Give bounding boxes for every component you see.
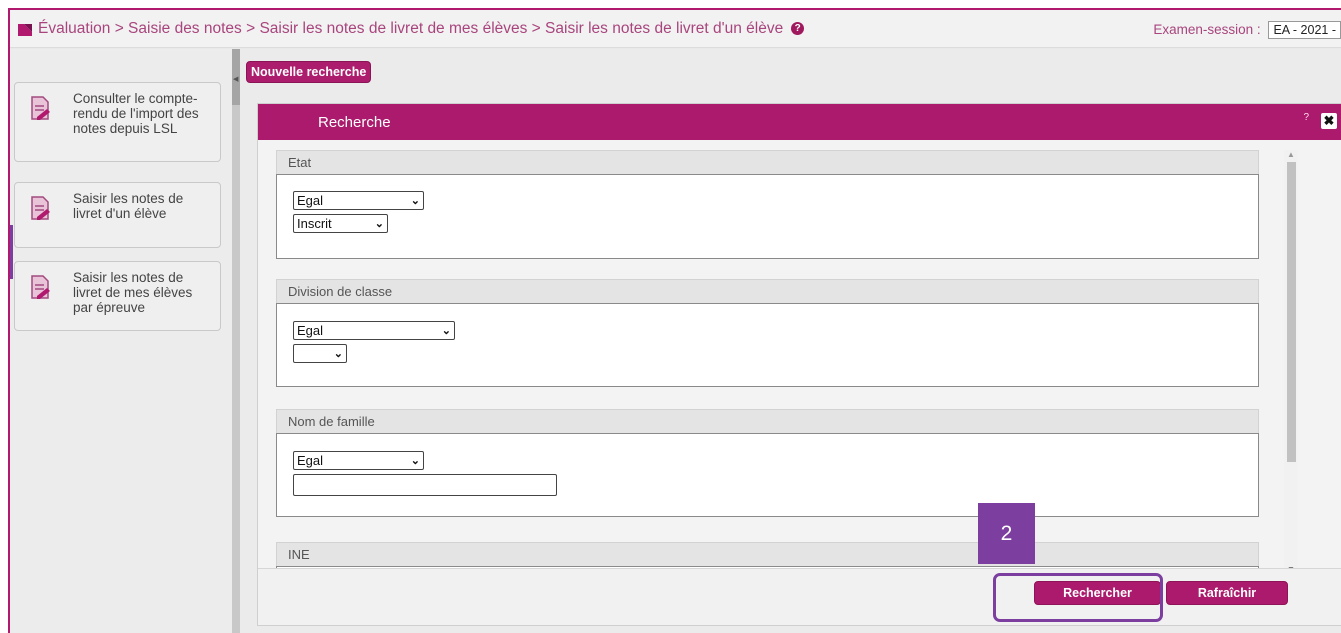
- chevron-down-icon: ⌄: [333, 348, 343, 360]
- step-number-badge: 2: [978, 503, 1035, 564]
- sidebar-splitter[interactable]: ◀: [232, 49, 240, 633]
- search-panel-title: Recherche: [318, 113, 391, 131]
- document-edit-icon: [31, 275, 50, 299]
- criteria-scroll-area: Etat Egal ⌄ Inscrit ⌄ Division de classe…: [276, 150, 1261, 570]
- criterion-title: Etat: [276, 150, 1259, 174]
- operator-select[interactable]: Egal ⌄: [293, 191, 424, 210]
- operator-select[interactable]: Egal ⌄: [293, 451, 424, 470]
- exam-session-label: Examen-session :: [1153, 22, 1261, 37]
- search-panel: Recherche ? ✖ Etat Egal ⌄ Inscrit ⌄ Divi…: [257, 103, 1341, 626]
- operator-select-value: Egal: [297, 193, 324, 208]
- breadcrumb[interactable]: Évaluation > Saisie des notes > Saisir l…: [38, 20, 783, 38]
- criterion-title: Nom de famille: [276, 409, 1259, 433]
- chevron-down-icon: ⌄: [441, 325, 451, 337]
- chevron-down-icon: ⌄: [410, 455, 420, 467]
- exam-session-select[interactable]: EA - 2021 -: [1268, 21, 1341, 39]
- operator-select-value: Egal: [297, 453, 324, 468]
- criterion-division: Division de classe Egal ⌄ ⌄: [276, 279, 1259, 387]
- operator-select-value: Egal: [297, 323, 324, 338]
- scroll-up-arrow-icon[interactable]: ▲: [1287, 150, 1295, 159]
- panel-footer: Rechercher Rafraîchir: [258, 568, 1341, 625]
- sidebar-item-student-notes[interactable]: Saisir les notes de livret d'un élève: [14, 182, 221, 248]
- sidebar-item-import-report[interactable]: Consulter le compte-rendu de l'import de…: [14, 82, 221, 162]
- criterion-body: Egal ⌄: [276, 433, 1259, 517]
- close-icon[interactable]: ✖: [1321, 113, 1337, 129]
- operator-select[interactable]: Egal ⌄: [293, 321, 455, 340]
- search-button-highlight: [993, 573, 1163, 622]
- chevron-down-icon: ⌄: [410, 195, 420, 207]
- criterion-ine: INE: [276, 542, 1259, 570]
- criterion-nom-de-famille: Nom de famille Egal ⌄: [276, 409, 1259, 517]
- division-value-select[interactable]: ⌄: [293, 344, 347, 363]
- chevron-down-icon: ⌄: [374, 218, 384, 230]
- app-frame: Évaluation > Saisie des notes > Saisir l…: [8, 8, 1341, 633]
- main-content: Nouvelle recherche Recherche ? ✖ Etat Eg…: [240, 49, 1341, 633]
- sidebar-item-notes-by-exam[interactable]: Saisir les notes de livret de mes élèves…: [14, 261, 221, 331]
- breadcrumb-bar: Évaluation > Saisie des notes > Saisir l…: [10, 10, 1341, 48]
- collapse-arrow-icon[interactable]: ◀: [233, 75, 238, 83]
- criterion-body: Egal ⌄ Inscrit ⌄: [276, 174, 1259, 259]
- sidebar: Consulter le compte-rendu de l'import de…: [10, 49, 232, 633]
- criterion-body: Egal ⌄ ⌄: [276, 303, 1259, 387]
- document-edit-icon: [31, 196, 50, 220]
- vertical-scrollbar[interactable]: ▲ ▼: [1284, 150, 1298, 574]
- active-item-marker: [10, 225, 13, 279]
- criterion-title: Division de classe: [276, 279, 1259, 303]
- criterion-etat: Etat Egal ⌄ Inscrit ⌄: [276, 150, 1259, 259]
- family-name-input[interactable]: [293, 474, 557, 496]
- new-search-button[interactable]: Nouvelle recherche: [246, 61, 372, 83]
- scrollbar-thumb[interactable]: [1287, 162, 1296, 462]
- sidebar-item-label: Saisir les notes de livret de mes élèves…: [73, 270, 193, 315]
- refresh-button[interactable]: Rafraîchir: [1166, 581, 1288, 605]
- evaluation-logo-icon: [18, 23, 32, 36]
- etat-value-select[interactable]: Inscrit ⌄: [293, 214, 388, 233]
- sidebar-item-label: Consulter le compte-rendu de l'import de…: [73, 91, 199, 136]
- exam-session: Examen-session : EA - 2021 -: [1153, 21, 1341, 39]
- help-icon[interactable]: ?: [791, 22, 805, 35]
- panel-help-icon[interactable]: ?: [1303, 112, 1309, 123]
- etat-value-select-value: Inscrit: [297, 216, 332, 231]
- criterion-title: INE: [276, 542, 1259, 566]
- sidebar-item-label: Saisir les notes de livret d'un élève: [73, 191, 184, 221]
- search-panel-header: Recherche ? ✖: [258, 104, 1341, 140]
- document-edit-icon: [31, 96, 50, 120]
